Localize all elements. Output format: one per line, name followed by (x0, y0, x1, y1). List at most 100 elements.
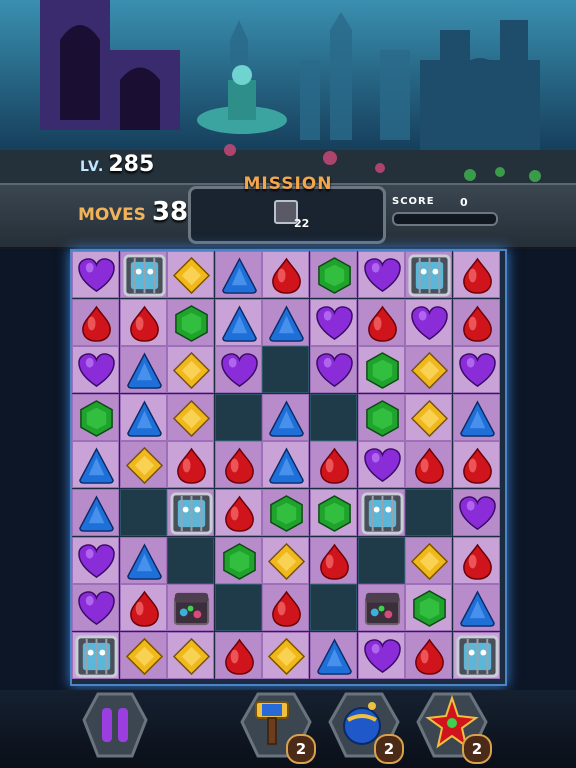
board-cell[interactable] (452, 584, 500, 632)
mission-title: MISSION (243, 174, 333, 194)
purple-gem (316, 305, 353, 340)
board-cell[interactable] (405, 631, 453, 679)
board-cell[interactable] (262, 584, 310, 632)
board-cell[interactable] (262, 393, 310, 441)
blue-gem (317, 638, 352, 675)
board-cell[interactable] (452, 346, 500, 394)
board-cell (214, 584, 262, 632)
red-gem (224, 495, 254, 532)
powerup-count-badge: 2 (286, 734, 316, 764)
board-cell[interactable] (405, 441, 453, 489)
powerup-hammer-button[interactable]: 2 (240, 690, 316, 764)
board-cell[interactable] (119, 441, 167, 489)
board-cell[interactable] (452, 631, 500, 679)
board-cell[interactable] (357, 489, 405, 536)
board-cell[interactable] (72, 441, 119, 489)
board-cell[interactable] (452, 251, 500, 298)
blue-gem (126, 542, 162, 580)
red-gem (367, 305, 397, 342)
red-gem (415, 447, 445, 485)
board-cell[interactable] (452, 393, 500, 441)
board-cell[interactable] (119, 298, 167, 346)
board-cell[interactable] (167, 489, 215, 536)
board-cell[interactable] (167, 251, 215, 298)
board-cell[interactable] (214, 631, 262, 679)
board-cell[interactable] (167, 631, 215, 679)
board-cell[interactable] (167, 346, 215, 394)
board-cell[interactable] (452, 298, 500, 346)
board-cell[interactable] (72, 298, 119, 346)
board-cell[interactable] (262, 251, 310, 298)
red-gem (272, 590, 302, 627)
board-cell[interactable] (452, 441, 500, 489)
green-gem (270, 495, 304, 532)
green-gem (413, 590, 447, 628)
board-cell[interactable] (167, 441, 215, 489)
blue-gem (221, 304, 257, 342)
board-cell[interactable] (310, 251, 357, 298)
board-cell[interactable] (119, 536, 167, 584)
pause-button[interactable] (82, 690, 148, 760)
board-cell[interactable] (405, 346, 453, 394)
red-gem (462, 305, 492, 342)
board-cell[interactable] (262, 298, 310, 346)
board-cell[interactable] (310, 298, 357, 346)
purple-gem (363, 638, 401, 673)
score-value: 0 (460, 196, 468, 209)
board-cell[interactable] (262, 536, 310, 584)
board-cell[interactable] (405, 298, 453, 346)
board-cell[interactable] (72, 584, 119, 632)
board-cell[interactable] (167, 584, 215, 632)
board-cell[interactable] (310, 536, 357, 584)
board-cell[interactable] (310, 631, 357, 679)
board-cell[interactable] (357, 584, 405, 632)
board-cell[interactable] (119, 393, 167, 441)
board-cell[interactable] (357, 298, 405, 346)
board-cell[interactable] (119, 251, 167, 298)
board-cell[interactable] (72, 489, 119, 536)
board-cell[interactable] (357, 441, 405, 489)
board-cell[interactable] (119, 584, 167, 632)
board-cell[interactable] (310, 441, 357, 489)
yellow-gem (411, 399, 449, 437)
board-cell[interactable] (405, 536, 453, 584)
powerup-bomb-button[interactable]: 2 (328, 690, 404, 764)
board-cell[interactable] (357, 251, 405, 298)
board-cell[interactable] (405, 393, 453, 441)
board-cell[interactable] (214, 251, 262, 298)
board-cell[interactable] (310, 489, 357, 536)
board-cell[interactable] (405, 584, 453, 632)
red-gem (272, 257, 302, 294)
board-cell[interactable] (310, 346, 357, 394)
board-cell[interactable] (262, 631, 310, 679)
board-cell[interactable] (405, 251, 453, 298)
board-cell[interactable] (72, 251, 119, 298)
board-cell[interactable] (214, 298, 262, 346)
board-cell[interactable] (72, 536, 119, 584)
yellow-gem (173, 256, 211, 295)
board-cell[interactable] (167, 393, 215, 441)
board-cell[interactable] (452, 489, 500, 536)
board-cell[interactable] (262, 441, 310, 489)
board-cell[interactable] (214, 489, 262, 536)
green-gem (318, 257, 351, 294)
powerup-star-button[interactable]: 2 (416, 690, 492, 764)
board-cell (167, 536, 215, 584)
board-cell[interactable] (214, 536, 262, 584)
board-cell[interactable] (72, 631, 119, 679)
board-cell[interactable] (167, 298, 215, 346)
board-cell[interactable] (119, 346, 167, 394)
board-cell[interactable] (357, 631, 405, 679)
board-cell[interactable] (214, 346, 262, 394)
board-cell[interactable] (357, 393, 405, 441)
board-cell[interactable] (214, 441, 262, 489)
board-cell[interactable] (357, 346, 405, 394)
board-cell[interactable] (119, 631, 167, 679)
board-cell (214, 393, 262, 441)
board-cell[interactable] (72, 393, 119, 441)
caged-creature (408, 254, 451, 297)
blue-gem (79, 495, 114, 532)
board-cell[interactable] (72, 346, 119, 394)
board-cell[interactable] (262, 489, 310, 536)
board-cell[interactable] (452, 536, 500, 584)
